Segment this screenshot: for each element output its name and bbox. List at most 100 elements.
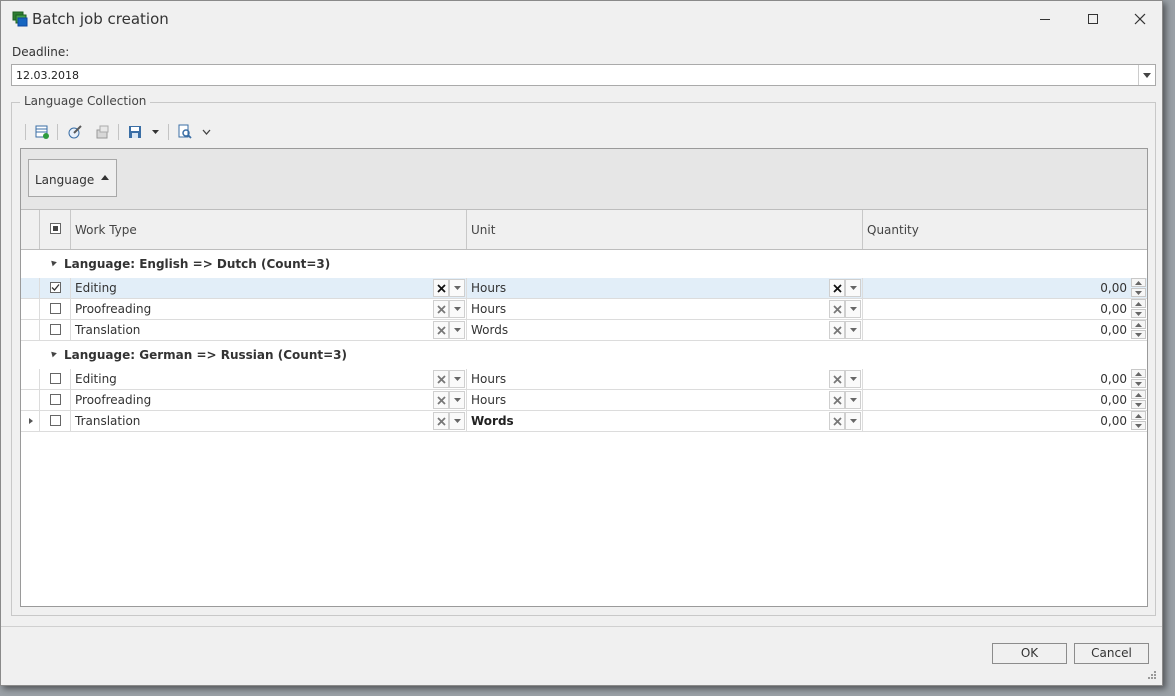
clear-unit-button[interactable] <box>829 321 845 339</box>
quantity-value[interactable]: 0,00 <box>1100 393 1127 407</box>
quantity-cell[interactable]: 0,00 <box>863 320 1147 340</box>
quantity-cell[interactable]: 0,00 <box>863 299 1147 319</box>
table-row[interactable]: Translation Words 0,00 <box>21 320 1147 341</box>
unit-value[interactable]: Words <box>471 323 508 337</box>
quantity-cell[interactable]: 0,00 <box>863 278 1147 298</box>
checkbox-cell[interactable] <box>40 278 71 298</box>
save-options-dropdown[interactable] <box>149 122 161 142</box>
close-button[interactable] <box>1117 5 1163 33</box>
group-chip-language[interactable]: Language <box>28 159 117 197</box>
clear-work-type-button[interactable] <box>433 391 449 409</box>
quantity-stepper[interactable] <box>1131 299 1146 319</box>
spin-down-icon[interactable] <box>1131 421 1146 430</box>
work-type-value[interactable]: Translation <box>75 414 140 428</box>
work-type-dropdown-button[interactable] <box>449 370 465 388</box>
clear-unit-button[interactable] <box>829 391 845 409</box>
collapse-triangle-icon[interactable] <box>49 349 57 358</box>
quantity-value[interactable]: 0,00 <box>1100 302 1127 316</box>
work-type-dropdown-button[interactable] <box>449 300 465 318</box>
collapse-triangle-icon[interactable] <box>49 258 57 267</box>
checkbox-cell[interactable] <box>40 390 71 410</box>
clear-unit-button[interactable] <box>829 300 845 318</box>
spin-down-icon[interactable] <box>1131 379 1146 388</box>
row-checkbox[interactable] <box>50 373 61 384</box>
work-type-value[interactable]: Proofreading <box>75 393 151 407</box>
quantity-stepper[interactable] <box>1131 278 1146 298</box>
spin-down-icon[interactable] <box>1131 309 1146 318</box>
deadline-dropdown-button[interactable] <box>1138 65 1155 85</box>
work-type-value[interactable]: Proofreading <box>75 302 151 316</box>
checkbox-cell[interactable] <box>40 299 71 319</box>
find-options-dropdown[interactable] <box>199 122 213 142</box>
new-record-button[interactable] <box>32 122 52 142</box>
spin-down-icon[interactable] <box>1131 400 1146 409</box>
row-indicator[interactable] <box>21 411 40 431</box>
table-row[interactable]: Proofreading Hours 0,00 <box>21 299 1147 320</box>
table-row[interactable]: Editing Hours 0,00 <box>21 278 1147 299</box>
ok-button[interactable]: OK <box>992 643 1067 664</box>
quantity-stepper[interactable] <box>1131 320 1146 340</box>
unit-value[interactable]: Hours <box>471 393 506 407</box>
work-type-dropdown-button[interactable] <box>449 321 465 339</box>
unit-cell[interactable]: Words <box>467 411 863 431</box>
row-checkbox[interactable] <box>50 394 61 405</box>
work-type-cell[interactable]: Translation <box>71 411 467 431</box>
work-type-value[interactable]: Translation <box>75 323 140 337</box>
unit-value[interactable]: Hours <box>471 281 506 295</box>
unit-dropdown-button[interactable] <box>845 391 861 409</box>
resize-grip-icon[interactable] <box>1148 671 1156 679</box>
row-indicator[interactable] <box>21 278 40 298</box>
work-type-cell[interactable]: Editing <box>71 278 467 298</box>
row-indicator[interactable] <box>21 320 40 340</box>
clear-unit-button[interactable] <box>829 412 845 430</box>
header-select-all[interactable] <box>40 210 71 249</box>
clear-work-type-button[interactable] <box>433 279 449 297</box>
unit-dropdown-button[interactable] <box>845 370 861 388</box>
unit-dropdown-button[interactable] <box>845 300 861 318</box>
work-type-cell[interactable]: Proofreading <box>71 299 467 319</box>
quantity-value[interactable]: 0,00 <box>1100 414 1127 428</box>
table-row[interactable]: Translation Words 0,00 <box>21 411 1147 432</box>
quantity-cell[interactable]: 0,00 <box>863 390 1147 410</box>
unit-value[interactable]: Hours <box>471 372 506 386</box>
unit-cell[interactable]: Hours <box>467 390 863 410</box>
clear-work-type-button[interactable] <box>433 321 449 339</box>
row-indicator[interactable] <box>21 299 40 319</box>
unit-value[interactable]: Words <box>471 414 514 428</box>
clear-work-type-button[interactable] <box>433 300 449 318</box>
quantity-value[interactable]: 0,00 <box>1100 323 1127 337</box>
row-indicator[interactable] <box>21 369 40 389</box>
work-type-cell[interactable]: Proofreading <box>71 390 467 410</box>
row-checkbox[interactable] <box>50 282 61 293</box>
quantity-stepper[interactable] <box>1131 411 1146 431</box>
spin-up-icon[interactable] <box>1131 278 1146 287</box>
clear-unit-button[interactable] <box>829 279 845 297</box>
work-type-cell[interactable]: Editing <box>71 369 467 389</box>
table-row[interactable]: Proofreading Hours 0,00 <box>21 390 1147 411</box>
column-header-work-type[interactable]: Work Type <box>71 210 467 249</box>
spin-up-icon[interactable] <box>1131 320 1146 329</box>
unit-cell[interactable]: Hours <box>467 299 863 319</box>
spin-up-icon[interactable] <box>1131 369 1146 378</box>
work-type-dropdown-button[interactable] <box>449 412 465 430</box>
quantity-value[interactable]: 0,00 <box>1100 372 1127 386</box>
minimize-button[interactable] <box>1022 5 1068 33</box>
deadline-date-picker[interactable]: 12.03.2018 <box>11 64 1156 86</box>
delete-button[interactable] <box>92 122 112 142</box>
spin-up-icon[interactable] <box>1131 299 1146 308</box>
checkbox-cell[interactable] <box>40 411 71 431</box>
quantity-cell[interactable]: 0,00 <box>863 369 1147 389</box>
cancel-button[interactable]: Cancel <box>1074 643 1149 664</box>
unit-cell[interactable]: Hours <box>467 278 863 298</box>
unit-value[interactable]: Hours <box>471 302 506 316</box>
find-button[interactable] <box>175 122 195 142</box>
column-header-unit[interactable]: Unit <box>467 210 863 249</box>
edit-button[interactable] <box>65 122 85 142</box>
quantity-stepper[interactable] <box>1131 390 1146 410</box>
spin-up-icon[interactable] <box>1131 390 1146 399</box>
group-row[interactable]: Language: German => Russian (Count=3) <box>21 341 1147 370</box>
clear-work-type-button[interactable] <box>433 370 449 388</box>
quantity-value[interactable]: 0,00 <box>1100 281 1127 295</box>
row-indicator[interactable] <box>21 390 40 410</box>
save-button[interactable] <box>125 122 145 142</box>
